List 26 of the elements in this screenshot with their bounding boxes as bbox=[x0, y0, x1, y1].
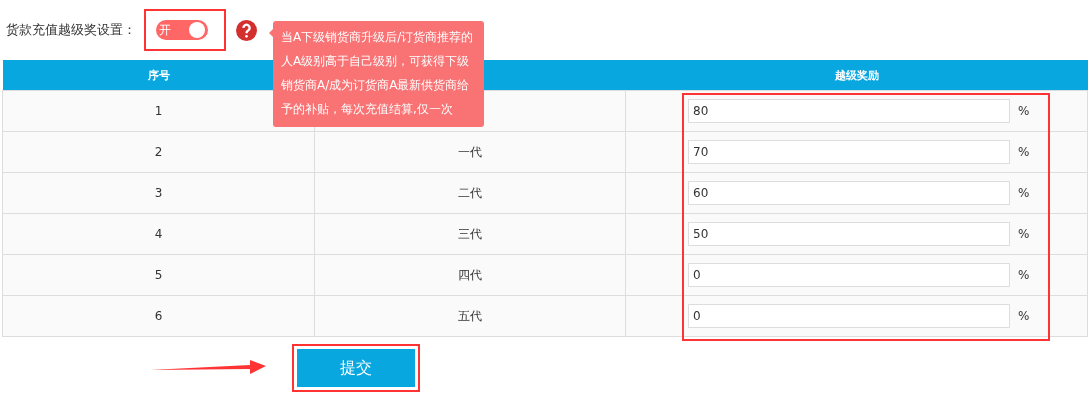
table-cell: 1 bbox=[154, 104, 163, 118]
input-field[interactable]: 0 bbox=[688, 304, 1010, 328]
input-field[interactable]: 60 bbox=[688, 181, 1010, 205]
table-cell: 一代 bbox=[458, 144, 482, 159]
table-cell: 五代 bbox=[458, 308, 482, 323]
help-icon[interactable] bbox=[236, 19, 257, 41]
input-field[interactable]: 50 bbox=[688, 222, 1010, 246]
unit-label: % bbox=[1018, 227, 1030, 241]
unit-label: % bbox=[1018, 104, 1030, 118]
table-cell: 三代 bbox=[458, 226, 482, 241]
input-field[interactable]: 70 bbox=[688, 140, 1010, 164]
column-header: 越级奖励 bbox=[625, 60, 1088, 91]
table-cell: 5 bbox=[154, 268, 163, 282]
unit-label: % bbox=[1018, 268, 1030, 282]
table-cell: 2 bbox=[154, 145, 163, 159]
table-cell: 四代 bbox=[458, 267, 482, 282]
unit-label: % bbox=[1018, 145, 1030, 159]
unit-label: % bbox=[1018, 309, 1030, 323]
table-cell: 二代 bbox=[458, 185, 482, 200]
table-cell: 6 bbox=[154, 309, 163, 323]
unit-label: % bbox=[1018, 186, 1030, 200]
setting-label: 货款充值越级奖设置： bbox=[6, 21, 136, 39]
table-cell: 3 bbox=[154, 186, 163, 200]
input-field[interactable]: 80 bbox=[688, 99, 1010, 123]
input-field[interactable]: 0 bbox=[688, 263, 1010, 287]
table-cell: 4 bbox=[154, 227, 163, 241]
